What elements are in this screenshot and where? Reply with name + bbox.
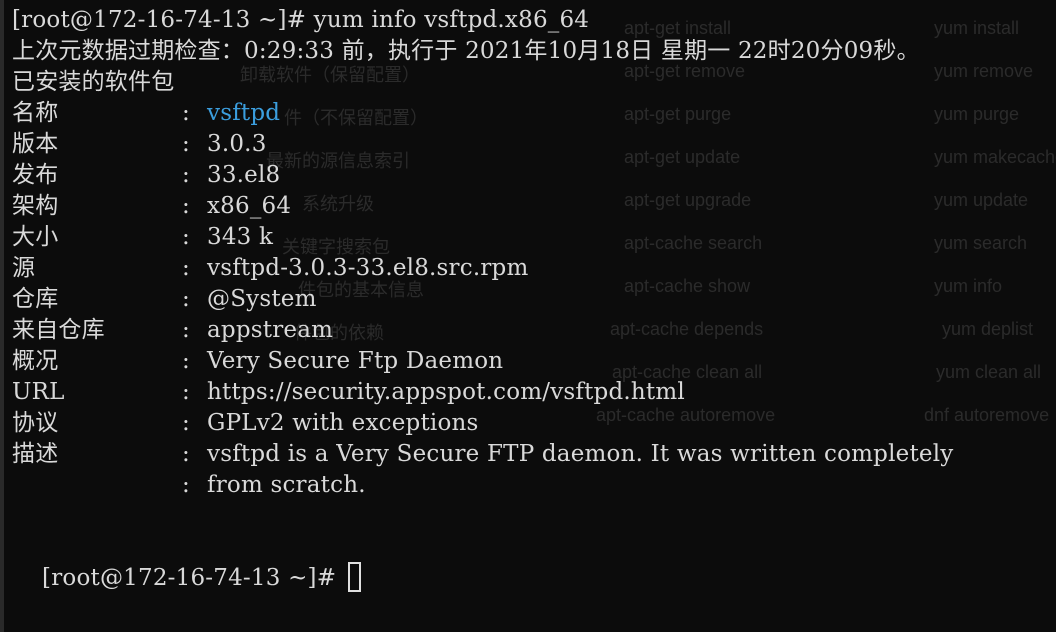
field-colon: : — [182, 379, 190, 405]
metadata-line: 上次元数据过期检查：0:29:33 前，执行于 2021年10月18日 星期一 … — [12, 38, 920, 64]
info-row-arch: 架构 : x86_64 — [12, 191, 1012, 222]
field-value: GPLv2 with exceptions — [207, 410, 479, 436]
field-value: 343 k — [207, 224, 274, 250]
info-row-source: 源 : vsftpd-3.0.3-33.el8.src.rpm — [12, 253, 1012, 284]
field-value: from scratch. — [207, 472, 366, 498]
field-key: 版本 — [12, 131, 59, 157]
field-colon: : — [182, 286, 190, 312]
field-colon: : — [182, 317, 190, 343]
field-key: 概况 — [12, 348, 59, 374]
field-key: 架构 — [12, 193, 59, 219]
info-row-summary: 概况 : Very Secure Ftp Daemon — [12, 346, 1012, 377]
field-colon: : — [182, 348, 190, 374]
field-colon: : — [182, 193, 190, 219]
command-line: [root@172-16-74-13 ~]# yum info vsftpd.x… — [12, 7, 590, 33]
info-row-description: 描述 : vsftpd is a Very Secure FTP daemon.… — [12, 439, 1052, 470]
field-colon: : — [182, 410, 190, 436]
field-value: appstream — [207, 317, 334, 343]
field-value: @System — [207, 286, 317, 312]
field-colon: : — [182, 162, 190, 188]
field-key: URL — [12, 379, 65, 405]
field-value: vsftpd is a Very Secure FTP daemon. It w… — [207, 441, 954, 467]
field-colon: : — [182, 255, 190, 281]
field-value: x86_64 — [207, 193, 292, 219]
info-row-repo: 仓库 : @System — [12, 284, 1012, 315]
field-key: 名称 — [12, 100, 59, 126]
info-row-description-cont: : from scratch. — [12, 470, 1012, 501]
info-row-size: 大小 : 343 k — [12, 222, 1012, 253]
field-value: Very Secure Ftp Daemon — [207, 348, 504, 374]
field-value: 3.0.3 — [207, 131, 267, 157]
info-row-from-repo: 来自仓库 : appstream — [12, 315, 1012, 346]
terminal-window[interactable]: apt-get install yum install 卸载软件（保留配置） a… — [0, 0, 1056, 632]
field-value: 33.el8 — [207, 162, 281, 188]
info-row-license: 协议 : GPLv2 with exceptions — [12, 408, 1012, 439]
prompt-line[interactable]: [root@172-16-74-13 ~]# — [12, 532, 361, 592]
overlay-cell: yum remove — [934, 61, 1034, 81]
info-row-name: 名称 : vsftpd — [12, 98, 1012, 129]
field-colon: : — [182, 472, 190, 498]
field-colon: : — [182, 131, 190, 157]
info-row-release: 发布 : 33.el8 — [12, 160, 1012, 191]
field-key: 描述 — [12, 441, 59, 467]
section-title: 已安装的软件包 — [12, 69, 175, 95]
field-key: 协议 — [12, 410, 59, 436]
field-key: 来自仓库 — [12, 317, 105, 343]
info-row-version: 版本 : 3.0.3 — [12, 129, 1012, 160]
field-value: vsftpd — [207, 100, 281, 126]
field-value: vsftpd-3.0.3-33.el8.src.rpm — [207, 255, 529, 281]
info-row-url: URL : https://security.appspot.com/vsftp… — [12, 377, 1012, 408]
text-cursor[interactable] — [347, 562, 361, 592]
field-key: 源 — [12, 255, 36, 281]
field-key: 发布 — [12, 162, 59, 188]
field-colon: : — [182, 441, 190, 467]
field-value: https://security.appspot.com/vsftpd.html — [207, 379, 685, 405]
overlay-cell: yum install — [934, 18, 1020, 38]
field-key: 大小 — [12, 224, 59, 250]
field-colon: : — [182, 100, 190, 126]
field-key: 仓库 — [12, 286, 59, 312]
shell-prompt: [root@172-16-74-13 ~]# — [42, 565, 344, 591]
field-colon: : — [182, 224, 190, 250]
